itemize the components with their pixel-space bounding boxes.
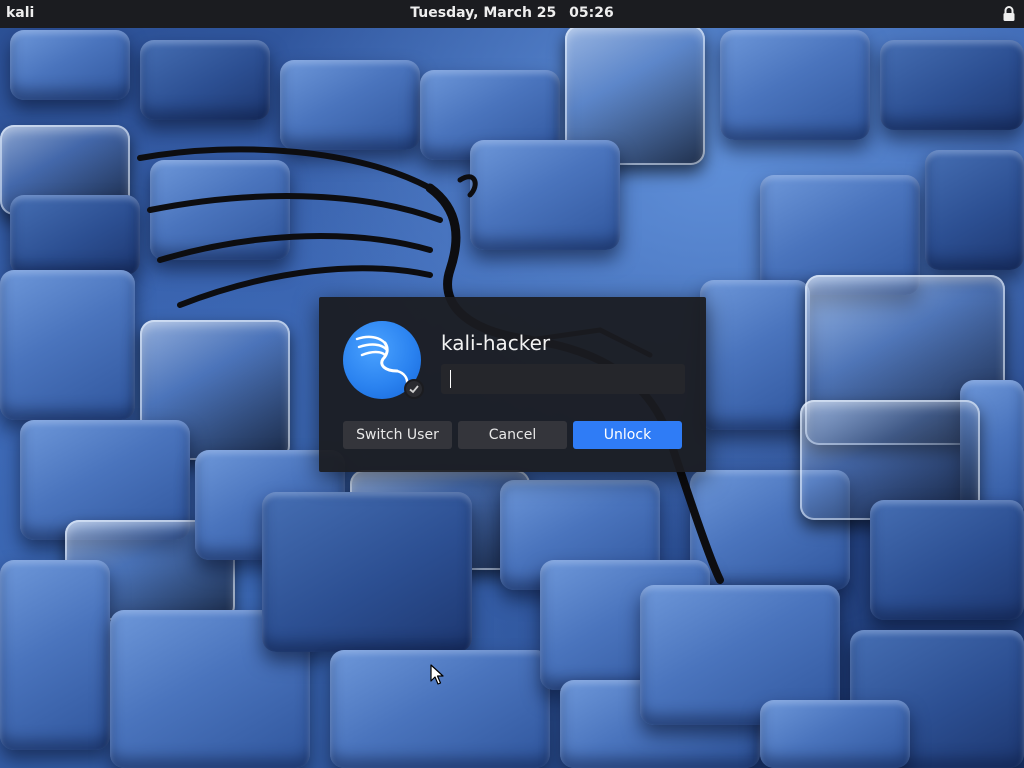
wallpaper-cube [140, 40, 270, 120]
wallpaper-cube [280, 60, 420, 150]
wallpaper-cube [880, 40, 1024, 130]
wallpaper-cube [925, 150, 1024, 270]
password-field[interactable] [441, 364, 685, 394]
unlock-button[interactable]: Unlock [573, 421, 682, 449]
wallpaper-cube [10, 30, 130, 100]
cancel-button[interactable]: Cancel [458, 421, 567, 449]
clock-date: Tuesday, March 25 [410, 5, 557, 21]
clock[interactable]: Tuesday, March 25 05:26 [0, 5, 1024, 21]
username-label: kali-hacker [441, 331, 551, 355]
wallpaper-cube [10, 195, 140, 275]
wallpaper-cube [870, 500, 1024, 620]
wallpaper-cube [760, 700, 910, 768]
kali-dragon-icon [355, 335, 409, 385]
wallpaper-cube [720, 30, 870, 140]
user-avatar [343, 321, 424, 399]
top-panel: kali Tuesday, March 25 05:26 [0, 0, 1024, 28]
wallpaper-cube [0, 270, 135, 420]
text-caret [450, 370, 451, 388]
wallpaper-cube [0, 560, 110, 750]
mouse-pointer-icon [430, 664, 444, 685]
clock-time: 05:26 [569, 5, 614, 21]
lock-icon [1003, 6, 1015, 21]
switch-user-button[interactable]: Switch User [343, 421, 452, 449]
check-badge-icon [404, 379, 424, 399]
unlock-dialog: kali-hacker Switch User Cancel Unlock [319, 297, 706, 472]
